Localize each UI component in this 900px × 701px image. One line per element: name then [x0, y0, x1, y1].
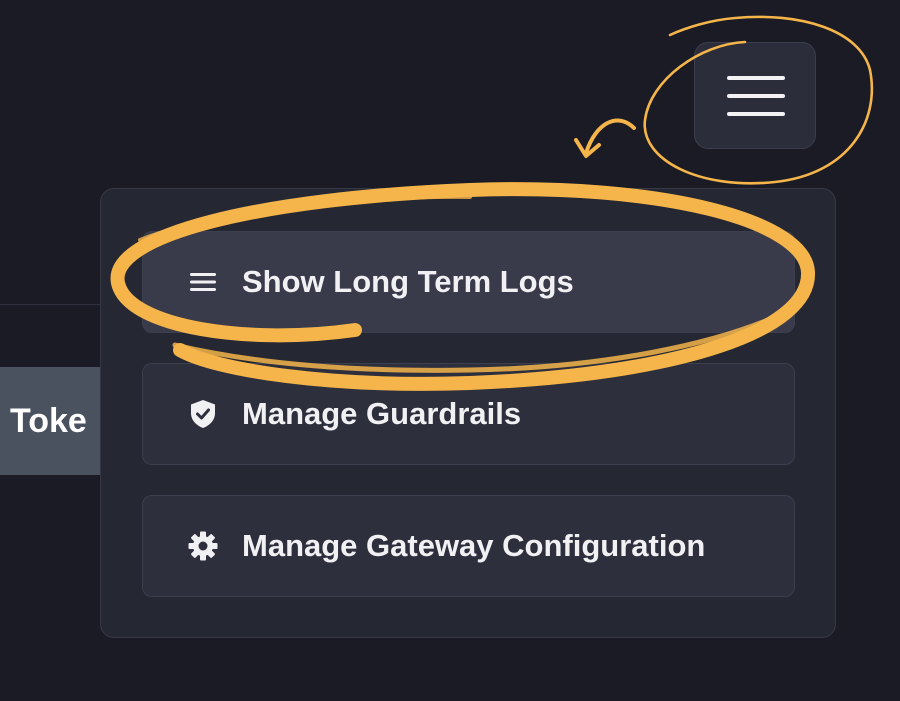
shield-check-icon — [188, 399, 218, 429]
menu-item-manage-guardrails[interactable]: Manage Guardrails — [142, 363, 795, 465]
hamburger-icon-bar — [727, 94, 785, 98]
hamburger-icon-bar — [727, 112, 785, 116]
divider — [0, 304, 110, 305]
tab-tokens-partial[interactable]: Toke — [0, 367, 100, 475]
menu-item-show-long-term-logs[interactable]: Show Long Term Logs — [142, 231, 795, 333]
annotation-arrowhead — [574, 138, 601, 158]
dropdown-menu: Show Long Term Logs Manage Guardrails Ma… — [100, 188, 836, 638]
tab-label: Toke — [10, 402, 87, 440]
list-icon — [188, 267, 218, 297]
menu-toggle-button[interactable] — [694, 42, 816, 149]
hamburger-icon — [727, 76, 785, 80]
menu-item-manage-gateway-configuration[interactable]: Manage Gateway Configuration — [142, 495, 795, 597]
menu-item-label: Manage Guardrails — [242, 396, 522, 431]
gear-icon — [188, 531, 218, 561]
app-canvas: Toke Show Long Term Logs Manage Guardrai… — [0, 0, 900, 701]
menu-item-label: Show Long Term Logs — [242, 264, 574, 299]
annotation-arrow — [584, 118, 636, 155]
menu-item-label: Manage Gateway Configuration — [242, 528, 706, 563]
